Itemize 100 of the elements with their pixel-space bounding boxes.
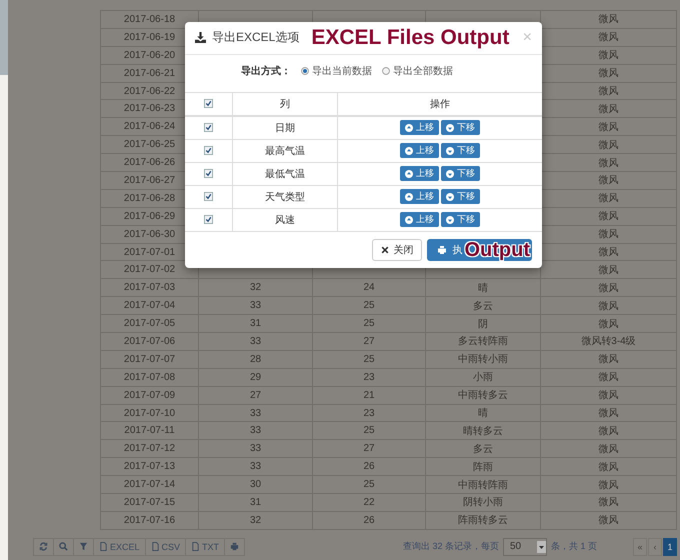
move-up-button[interactable]: 上移 — [400, 189, 439, 204]
wind-cell: 微风 — [540, 260, 676, 279]
move-down-button[interactable]: 下移 — [441, 143, 480, 158]
export-button[interactable]: TXT — [185, 538, 226, 556]
checkbox[interactable] — [204, 146, 213, 155]
date-cell: 2017-07-03 — [100, 278, 198, 297]
checkbox[interactable] — [204, 192, 213, 201]
high-temp-cell: 32 — [250, 514, 262, 526]
move-up-button[interactable]: 上移 — [400, 120, 439, 136]
print-icon — [230, 542, 240, 552]
export-mode-label: 导出方式： — [240, 64, 291, 78]
circle-up-icon — [405, 216, 413, 224]
column-header: 列 — [232, 92, 338, 116]
circle-down-icon — [446, 216, 454, 224]
circle-up-icon — [405, 192, 413, 201]
filter-button[interactable] — [73, 538, 94, 556]
date-cell: 2017-06-18 — [100, 10, 198, 28]
document-icon — [191, 542, 200, 552]
circle-down-icon — [446, 170, 454, 178]
date-cell: 2017-07-11 — [100, 422, 198, 440]
weather-cell: 多云转阵雨 — [458, 336, 508, 348]
radio-button[interactable] — [301, 67, 309, 76]
move-up-button[interactable]: 上移 — [400, 212, 439, 228]
circle-up-icon — [405, 146, 413, 155]
close-dialog-button[interactable]: 关闭 — [372, 238, 422, 261]
refresh-button[interactable] — [33, 538, 54, 556]
page-button[interactable]: 1 — [663, 538, 677, 556]
low-temp-cell: 26 — [363, 461, 375, 472]
wind-cell: 微风 — [540, 422, 676, 440]
filter-icon — [79, 542, 88, 552]
weather-cell: 晴 — [478, 282, 488, 294]
print-button[interactable] — [224, 538, 246, 556]
weather-cell: 小雨 — [473, 372, 493, 384]
circle-down-icon — [446, 124, 454, 132]
export-button[interactable]: EXCEL — [93, 538, 146, 556]
weather-cell: 阵雨转多云 — [458, 515, 508, 526]
low-temp-cell: 25 — [363, 479, 375, 490]
weather-cell: 多云 — [473, 444, 493, 455]
move-down-button[interactable]: 下移 — [441, 166, 480, 182]
document-icon — [99, 542, 108, 552]
wind-cell: 微风转3-4级 — [540, 332, 676, 350]
page-size-select[interactable]: 50 — [502, 538, 547, 556]
radio-button[interactable] — [382, 67, 390, 76]
high-temp-cell: 29 — [250, 372, 262, 383]
circle-down-icon — [446, 192, 454, 201]
date-cell: 2017-07-07 — [100, 350, 198, 368]
wind-cell: 微风 — [540, 278, 676, 297]
low-temp-cell: 23 — [363, 408, 375, 419]
checkbox[interactable] — [204, 122, 213, 132]
weather-cell: 阵雨 — [473, 462, 493, 473]
column-name-cell: 最高气温 — [232, 139, 338, 162]
date-cell: 2017-07-09 — [100, 386, 198, 404]
checkbox[interactable] — [204, 98, 213, 108]
search-button[interactable] — [53, 538, 74, 556]
search-icon — [59, 542, 68, 552]
wind-cell: 微风 — [540, 511, 676, 530]
weather-cell: 多云 — [473, 300, 493, 312]
move-down-button[interactable]: 下移 — [441, 120, 480, 136]
date-cell: 2017-07-10 — [100, 404, 198, 422]
weather-cell: 阴转小雨 — [463, 497, 503, 508]
high-temp-cell: 31 — [250, 496, 262, 508]
export-button[interactable]: CSV — [144, 538, 186, 556]
close-icon — [381, 246, 390, 254]
low-temp-cell: 27 — [363, 443, 375, 454]
high-temp-cell: 28 — [250, 354, 262, 365]
checkbox[interactable] — [204, 168, 213, 178]
wind-cell: 微风 — [540, 386, 676, 404]
date-cell: 2017-07-05 — [100, 314, 198, 333]
low-temp-cell: 25 — [363, 425, 375, 436]
page-button[interactable]: « — [633, 538, 647, 556]
high-temp-cell: 33 — [250, 443, 262, 454]
move-down-button[interactable]: 下移 — [441, 189, 480, 204]
page-button[interactable]: ‹ — [648, 538, 662, 556]
checkbox[interactable] — [204, 214, 213, 224]
refresh-icon — [39, 542, 48, 552]
execute-button[interactable]: 执 — [427, 238, 464, 261]
move-down-button[interactable]: 下移 — [441, 212, 480, 228]
high-temp-cell: 33 — [250, 461, 262, 472]
wind-cell: 微风 — [540, 476, 676, 494]
date-cell: 2017-07-13 — [100, 458, 198, 476]
date-cell: 2017-07-14 — [100, 476, 198, 494]
weather-cell: 阴 — [478, 318, 488, 330]
radio-label: 导出当前数据 — [312, 64, 372, 78]
move-up-button[interactable]: 上移 — [400, 143, 439, 158]
column-name-cell: 风速 — [232, 208, 338, 232]
wind-cell: 微风 — [540, 350, 676, 368]
column-header: 操作 — [338, 92, 542, 116]
annotation-text: EXCEL Files Output — [311, 26, 510, 50]
move-up-button[interactable]: 上移 — [400, 166, 439, 182]
circle-down-icon — [446, 146, 454, 155]
low-temp-cell: 27 — [363, 336, 375, 347]
weather-cell: 晴 — [478, 408, 488, 420]
page-count-text: 条，共 1 页 — [550, 540, 597, 554]
dialog-title: 导出EXCEL选项 — [212, 29, 300, 46]
annotation-text: Output — [464, 238, 532, 261]
weather-cell: 中雨转阵雨 — [458, 480, 508, 491]
wind-cell: 微风 — [540, 314, 676, 333]
high-temp-cell: 30 — [250, 479, 262, 490]
date-cell: 2017-07-12 — [100, 440, 198, 458]
low-temp-cell: 25 — [363, 318, 375, 330]
